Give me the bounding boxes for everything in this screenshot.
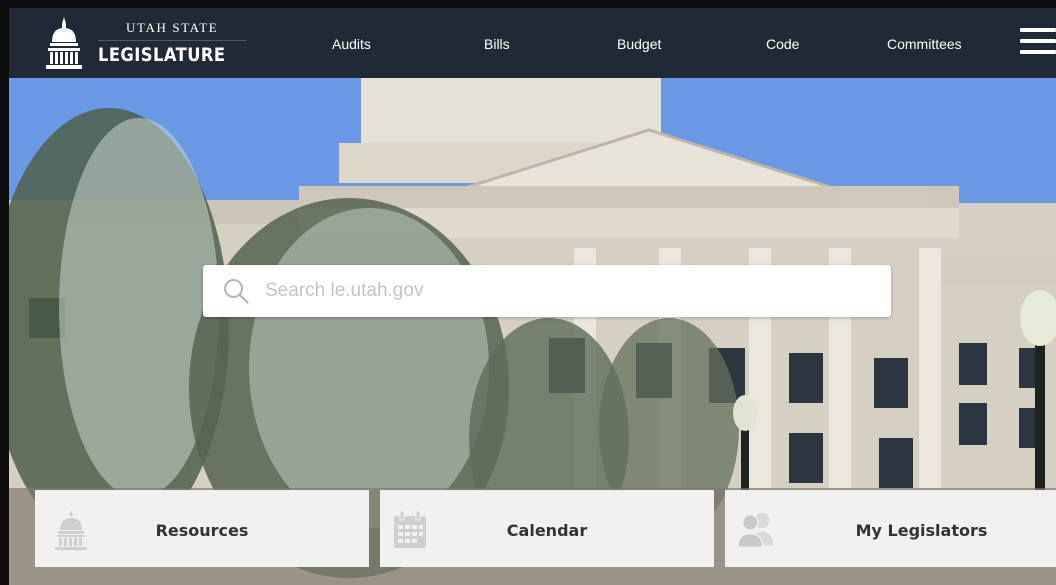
nav-item-bills[interactable]: Bills — [484, 36, 510, 52]
nav-item-budget[interactable]: Budget — [617, 36, 661, 52]
nav-item-audits[interactable]: Audits — [332, 36, 371, 52]
nav-item-code[interactable]: Code — [766, 36, 799, 52]
search-input[interactable] — [265, 280, 845, 302]
resources-card[interactable]: Resources — [35, 490, 369, 567]
site-search-box[interactable] — [203, 265, 891, 317]
my-legislators-card[interactable]: My Legislators — [725, 490, 1056, 567]
my-legislators-card-label: My Legislators — [855, 521, 988, 540]
top-navigation-bar: UTAH STATE LEGISLATURE Audits Bills Budg… — [9, 8, 1056, 78]
people-icon — [737, 512, 774, 548]
nav-item-committees[interactable]: Committees — [887, 36, 962, 52]
main-nav: Audits Bills Budget Code Committees — [9, 8, 1056, 78]
calendar-card-label: Calendar — [506, 521, 588, 540]
calendar-card[interactable]: Calendar — [380, 490, 714, 567]
hamburger-menu-icon[interactable] — [1020, 28, 1056, 58]
search-icon — [224, 279, 249, 304]
resources-card-label: Resources — [155, 521, 249, 540]
